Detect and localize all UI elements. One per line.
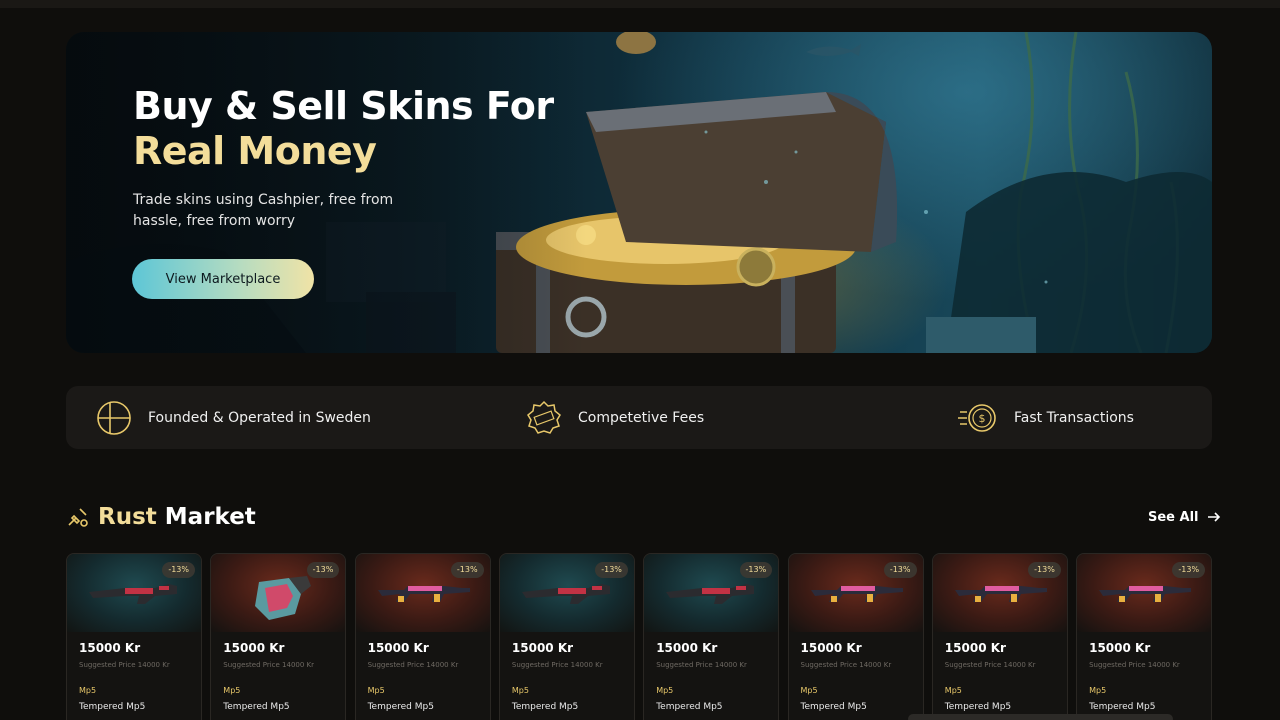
smg-icon	[662, 574, 762, 618]
feature-label: Competetive Fees	[578, 409, 705, 426]
item-price: 15000 Kr	[79, 641, 141, 655]
market-item-card[interactable]: -13% 15000 Kr Suggested Price 14000 Kr Mp5 T…	[1076, 553, 1213, 720]
market-item-card[interactable]: -13% 15000 Kr Suggested Price 14000 Kr Mp5 T…	[931, 553, 1068, 720]
feature-item-transactions: $ Fast Transactions	[958, 386, 1134, 449]
see-all-link[interactable]: See All	[1148, 506, 1221, 528]
suggested-price: Suggested Price 14000 Kr	[800, 661, 892, 669]
discount-badge: -13%	[739, 562, 773, 578]
item-price: 15000 Kr	[1089, 641, 1151, 655]
rust-tools-icon	[68, 508, 88, 527]
market-item-card[interactable]: -13% 15000 Kr Suggested Price 14000 Kr Mp5 T…	[498, 553, 635, 720]
view-marketplace-button[interactable]: View Marketplace	[132, 259, 314, 299]
item-name: Tempered Mp5	[800, 702, 867, 712]
arrow-right-icon	[1207, 512, 1220, 522]
see-all-label: See All	[1148, 509, 1199, 525]
discount-badge: -13%	[883, 562, 917, 578]
rifle-icon	[951, 574, 1051, 618]
suggested-price: Suggested Price 14000 Kr	[656, 661, 747, 669]
item-type: Mp5	[367, 686, 385, 695]
section-header: Rust Market	[66, 500, 256, 534]
discount-badge: -13%	[1172, 562, 1206, 578]
market-item-card[interactable]: -13% 15000 Kr Suggested Price 14000 Kr Mp5 T…	[354, 553, 491, 720]
suggested-price: Suggested Price 14000 Kr	[1089, 661, 1180, 669]
section-title: Market	[164, 504, 256, 530]
item-price: 15000 Kr	[511, 641, 574, 655]
item-price: 15000 Kr	[656, 641, 718, 655]
item-type: Mp5	[1089, 686, 1107, 695]
feature-label: Fast Transactions	[1014, 409, 1134, 426]
market-item-card[interactable]: -13% 15000 Kr Suggested Price 14000 Kr Mp5 T…	[66, 553, 202, 720]
item-name: Tempered Mp5	[944, 702, 1012, 712]
item-name: Tempered Mp5	[79, 702, 146, 712]
hero-title: Buy & Sell Skins For	[133, 84, 554, 128]
item-type: Mp5	[656, 686, 674, 695]
section-title-highlight: Rust	[98, 504, 157, 530]
suggested-price: Suggested Price 14000 Kr	[367, 661, 459, 669]
suggested-price: Suggested Price 14000 Kr	[511, 661, 603, 669]
item-price: 15000 Kr	[944, 641, 1006, 655]
features-bar: Founded & Operated in Sweden Competetive…	[66, 386, 1212, 449]
item-name: Tempered Mp5	[511, 702, 579, 712]
hero-subtitle: Trade skins using Cashpier, free from ha…	[133, 192, 394, 229]
floating-bar	[908, 714, 1173, 720]
top-nav-strip	[0, 0, 1280, 8]
market-item-card[interactable]: -13% 15000 Kr Suggested Price 14000 Kr Mp5 T…	[643, 553, 780, 720]
market-cards: -13% 15000 Kr Suggested Price 14000 Kr Mp5 T…	[66, 553, 1213, 720]
market-item-card[interactable]: -13% 15000 Kr Suggested Price 14000 Kr Mp5 T…	[210, 553, 347, 720]
item-type: Mp5	[944, 686, 962, 695]
discount-badge: -13%	[450, 562, 484, 578]
item-name: Tempered Mp5	[223, 702, 290, 712]
svg-text:$: $	[979, 412, 986, 425]
item-name: Tempered Mp5	[367, 702, 434, 712]
feature-item-sweden: Founded & Operated in Sweden	[96, 386, 371, 449]
suggested-price: Suggested Price 14000 Kr	[79, 661, 170, 669]
discount-badge: -13%	[306, 562, 340, 578]
item-price: 15000 Kr	[223, 641, 285, 655]
discount-badge: -13%	[162, 562, 195, 578]
coin-speed-icon: $	[958, 403, 996, 432]
hero-banner: Buy & Sell Skins For Real Money Trade sk…	[66, 32, 1212, 353]
item-type: Mp5	[223, 686, 241, 695]
feature-label: Founded & Operated in Sweden	[148, 409, 371, 426]
fees-badge-icon	[527, 400, 561, 434]
discount-badge: -13%	[1028, 562, 1061, 578]
item-type: Mp5	[800, 686, 818, 695]
item-name: Tempered Mp5	[656, 702, 723, 712]
hero-title-highlight: Real Money	[133, 129, 377, 173]
item-price: 15000 Kr	[367, 641, 429, 655]
gloves-icon	[229, 574, 329, 628]
market-item-card[interactable]: -13% 15000 Kr Suggested Price 14000 Kr Mp5 T…	[787, 553, 924, 720]
rifle-icon	[374, 574, 474, 618]
item-type: Mp5	[79, 686, 97, 695]
item-type: Mp5	[511, 686, 529, 695]
suggested-price: Suggested Price 14000 Kr	[944, 661, 1036, 669]
rifle-icon	[1095, 574, 1195, 618]
smg-icon	[85, 574, 185, 618]
sweden-flag-icon	[97, 400, 131, 435]
item-price: 15000 Kr	[800, 641, 862, 655]
discount-badge: -13%	[595, 562, 628, 578]
rifle-icon	[807, 574, 907, 618]
feature-item-fees: Competetive Fees	[526, 386, 704, 449]
smg-icon	[518, 574, 618, 618]
suggested-price: Suggested Price 14000 Kr	[223, 661, 314, 669]
item-name: Tempered Mp5	[1089, 702, 1156, 712]
